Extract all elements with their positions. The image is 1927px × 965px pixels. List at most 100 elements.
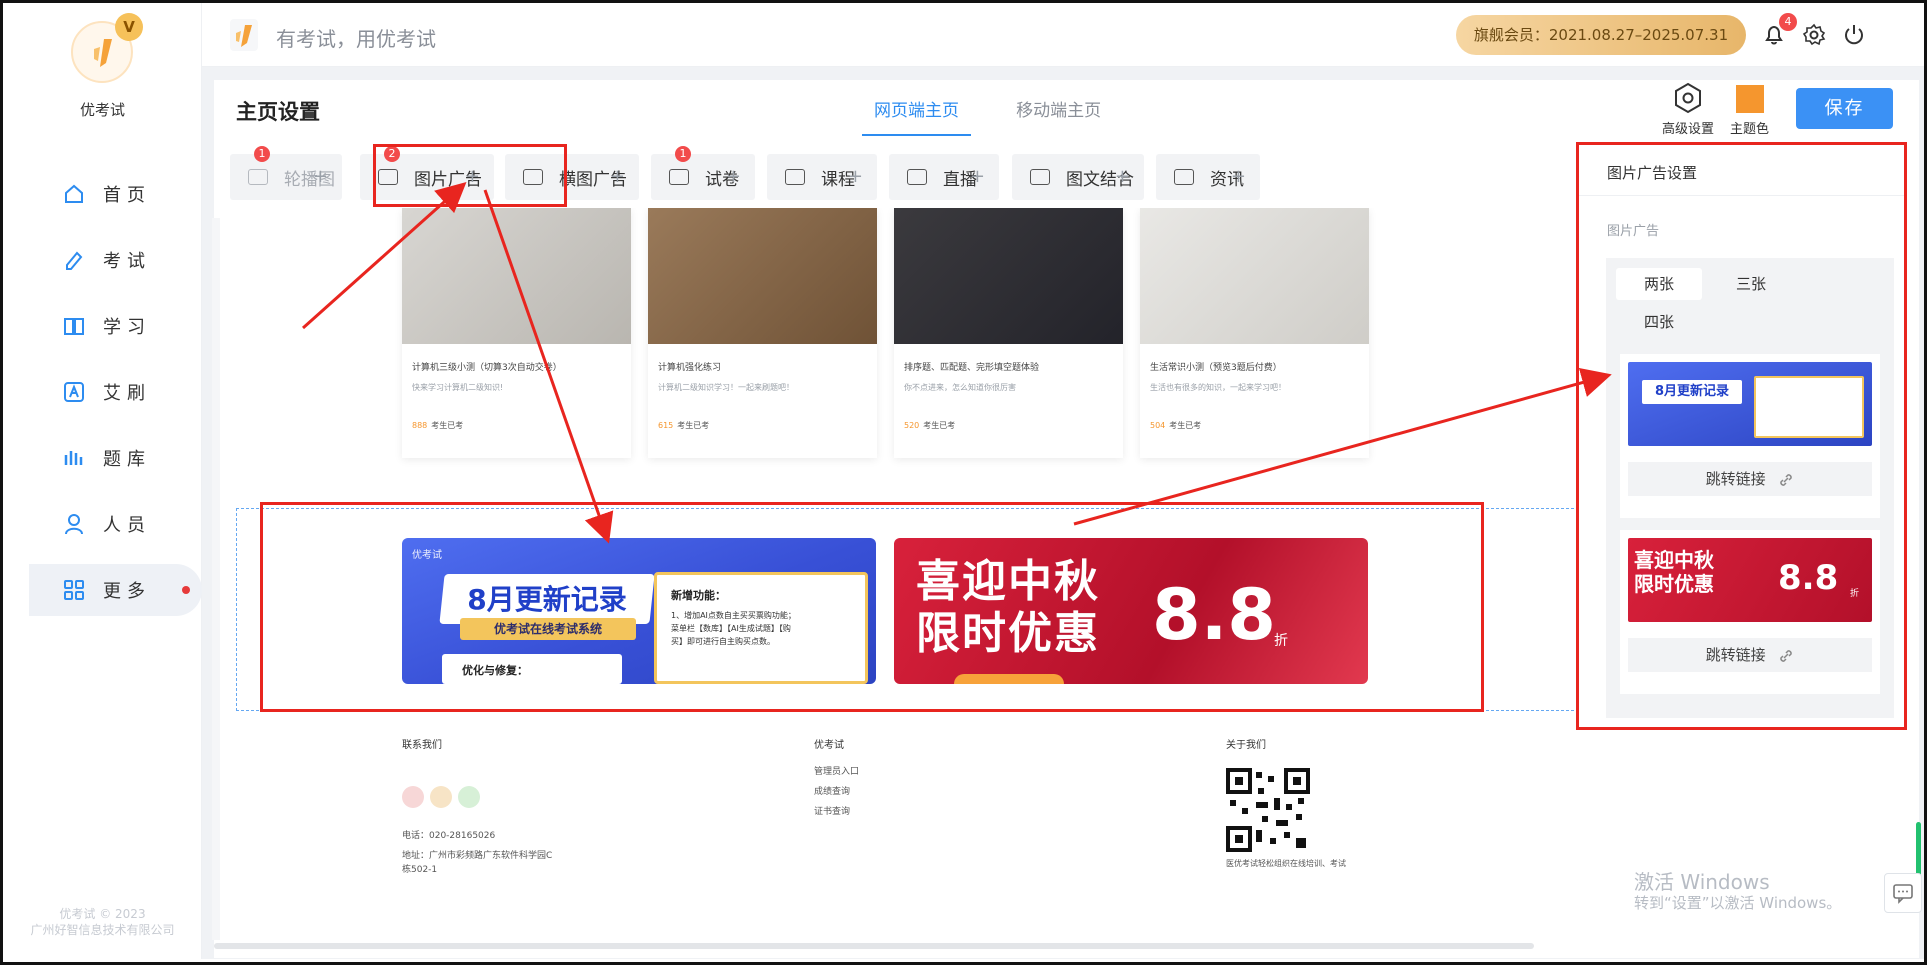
theme-color-swatch [1735, 85, 1764, 113]
carousel-icon [248, 169, 268, 185]
exam-card[interactable]: 计算机三级小测（切算3次自动交卷） 快来学习计算机二级知识! 888 考生已考 [402, 208, 631, 458]
gear-icon[interactable] [1802, 23, 1826, 47]
add-icon[interactable]: + [1231, 166, 1246, 187]
component-image-text[interactable]: 图文结合 + [1012, 154, 1144, 200]
sidebar-item-practice[interactable]: 艾刷 [3, 366, 202, 418]
sidebar-item-label: 考试 [103, 251, 151, 272]
hexagon-settings-icon [1675, 82, 1701, 114]
footer-link-admin[interactable]: 管理员入口 [814, 764, 859, 780]
count-number: 504 [1150, 421, 1166, 430]
header-logo [230, 19, 258, 51]
share-icon[interactable] [430, 786, 452, 808]
footer-contact-title: 联系我们 [402, 740, 442, 751]
add-icon[interactable]: + [848, 166, 863, 187]
brand-name: 优考试 [79, 101, 125, 119]
component-live[interactable]: 直播 + [889, 154, 999, 200]
page-title: 主页设置 [236, 100, 320, 124]
copyright: 优考试 © 2023 广州好智信息技术有限公司 [3, 906, 202, 938]
vip-badge: V [115, 13, 143, 41]
exam-card[interactable]: 计算机强化练习 计算机二级知识学习！一起来刷题吧！ 615 考生已考 [648, 208, 877, 458]
add-icon[interactable]: + [726, 166, 741, 187]
component-course[interactable]: 课程 + [767, 154, 877, 200]
weibo-icon[interactable] [402, 786, 424, 808]
power-icon[interactable] [1842, 23, 1866, 47]
card-title: 排序题、匹配题、完形填空题体验 [904, 363, 1040, 373]
card-title: 生活常识小测（预览3题后付费） [1150, 363, 1282, 373]
grid-icon [64, 580, 84, 600]
footer-address: 栋502-1 [402, 865, 438, 875]
tab-web-home[interactable]: 网页端主页 [862, 98, 971, 136]
card-title: 计算机强化练习 [658, 363, 722, 373]
sidebar-item-people[interactable]: 人员 [3, 498, 202, 550]
component-carousel[interactable]: 轮播图 + 1 [230, 146, 342, 200]
advanced-settings-button[interactable]: 高级设置 [1662, 82, 1714, 137]
add-icon[interactable]: + [1115, 166, 1130, 187]
add-icon[interactable]: + [610, 166, 625, 187]
sidebar-item-label: 人员 [103, 515, 151, 536]
save-button[interactable]: 保存 [1796, 88, 1893, 129]
tab-mobile-home[interactable]: 移动端主页 [1016, 98, 1101, 136]
book-icon [64, 318, 84, 335]
footer-link-certificates[interactable]: 证书查询 [814, 804, 850, 820]
image-text-icon [1030, 169, 1050, 185]
card-desc: 你不点进来，怎么知道你很厉害 [904, 383, 1016, 392]
component-exam-paper[interactable]: 试卷 + 1 [651, 146, 755, 200]
membership-badge[interactable]: 旗舰会员：2021.08.27–2025.07.31 [1456, 15, 1746, 55]
card-count: 615 考生已考 [658, 420, 709, 431]
card-photo [894, 208, 1123, 344]
count-suffix: 考生已考 [923, 421, 956, 430]
theme-color-label: 主题色 [1730, 122, 1770, 137]
sidebar-item-more[interactable]: 更多 [29, 564, 202, 616]
sidebar-item-study[interactable]: 学习 [3, 300, 202, 352]
add-icon[interactable]: + [970, 166, 985, 187]
bars-icon [64, 451, 83, 465]
qr-code-icon [1226, 768, 1310, 852]
home-icon [65, 184, 83, 203]
logo-mark-icon [94, 39, 112, 67]
wechat-icon[interactable] [458, 786, 480, 808]
footer-brand-title: 优考试 [814, 740, 844, 751]
sidebar-item-label: 首页 [103, 185, 151, 206]
sidebar-item-label: 更多 [103, 581, 151, 602]
exam-card[interactable]: 生活常识小测（预览3题后付费） 生活也有很多的知识，一起来学习吧！ 504 考生已… [1140, 208, 1369, 458]
top-header: 有考试，用优考试 旗舰会员：2021.08.27–2025.07.31 4 [202, 3, 1924, 67]
course-icon [785, 169, 805, 185]
footer-about-title: 关于我们 [1226, 740, 1266, 751]
card-count: 504 考生已考 [1150, 420, 1201, 431]
annotation-box-ads [260, 502, 1484, 712]
card-desc: 生活也有很多的知识，一起来学习吧！ [1150, 383, 1286, 392]
chat-button[interactable] [1884, 873, 1922, 913]
qr-caption: 医优考试轻松组织在线培训、考试 [1226, 859, 1346, 868]
card-desc: 计算机二级知识学习！一起来刷题吧！ [658, 383, 794, 392]
footer-link-scores[interactable]: 成绩查询 [814, 784, 850, 800]
count-number: 888 [412, 421, 428, 430]
chat-icon [1893, 884, 1913, 904]
card-photo [648, 208, 877, 344]
count-suffix: 考生已考 [431, 421, 464, 430]
card-desc: 快来学习计算机二级知识! [412, 383, 504, 392]
sidebar-item-exam[interactable]: 考试 [3, 234, 202, 286]
horizontal-scrollbar[interactable] [214, 943, 1534, 949]
paper-icon [669, 169, 689, 185]
logo-mark-icon [236, 25, 252, 47]
site-footer: 联系我们 电话：020-28165026 地址：广州市彩频路广东软件科学园C 栋… [230, 708, 1580, 958]
annotation-box-settings [1576, 142, 1907, 730]
sidebar-item-home[interactable]: 首页 [3, 168, 202, 220]
add-icon[interactable]: + [313, 166, 328, 187]
sidebar: V 优考试 首页 考试 学习 艾刷 题库 人员 更多 优考试 © 2023 广州… [3, 3, 202, 959]
sidebar-item-label: 学习 [103, 317, 151, 338]
count-number: 615 [658, 421, 674, 430]
notification-count: 4 [1779, 13, 1797, 31]
theme-color-button[interactable]: 主题色 [1730, 82, 1769, 137]
preview-scrollbar[interactable] [212, 218, 220, 940]
windows-activation-hint: 转到“设置”以激活 Windows。 [1634, 894, 1842, 912]
sidebar-item-question-bank[interactable]: 题库 [3, 432, 202, 484]
card-photo [1140, 208, 1369, 344]
exam-card[interactable]: 排序题、匹配题、完形填空题体验 你不点进来，怎么知道你很厉害 520 考生已考 [894, 208, 1123, 458]
sidebar-nav: 首页 考试 学习 艾刷 题库 人员 更多 [3, 168, 202, 630]
count-suffix: 考生已考 [1169, 421, 1202, 430]
advanced-settings-label: 高级设置 [1662, 122, 1715, 137]
component-news[interactable]: 资讯 + [1156, 154, 1260, 200]
brand-logo[interactable]: V [71, 13, 143, 83]
sidebar-item-label: 题库 [103, 449, 151, 470]
